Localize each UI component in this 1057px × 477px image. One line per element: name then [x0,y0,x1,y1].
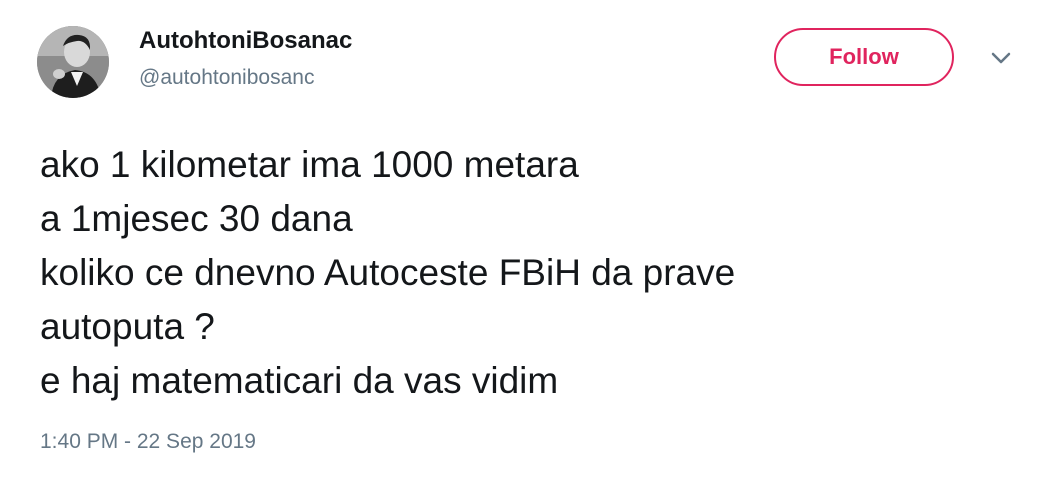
tweet-line: autoputa ? [40,306,215,347]
tweet-card: AutohtoniBosanac @autohtonibosanc Follow… [0,0,1057,477]
avatar[interactable] [37,26,109,98]
tweet-text: ako 1 kilometar ima 1000 metara a 1mjese… [40,138,1030,408]
user-handle[interactable]: @autohtonibosanc [139,66,314,90]
tweet-line: a 1mjesec 30 dana [40,198,353,239]
tweet-timestamp[interactable]: 1:40 PM - 22 Sep 2019 [40,430,256,454]
chevron-down-icon[interactable] [988,48,1014,68]
tweet-line: koliko ce dnevno Autoceste FBiH da prave [40,252,736,293]
tweet-line: e haj matematicari da vas vidim [40,360,559,401]
follow-button[interactable]: Follow [774,28,954,86]
display-name[interactable]: AutohtoniBosanac [139,27,352,55]
tweet-line: ako 1 kilometar ima 1000 metara [40,144,579,185]
avatar-image [37,26,109,98]
